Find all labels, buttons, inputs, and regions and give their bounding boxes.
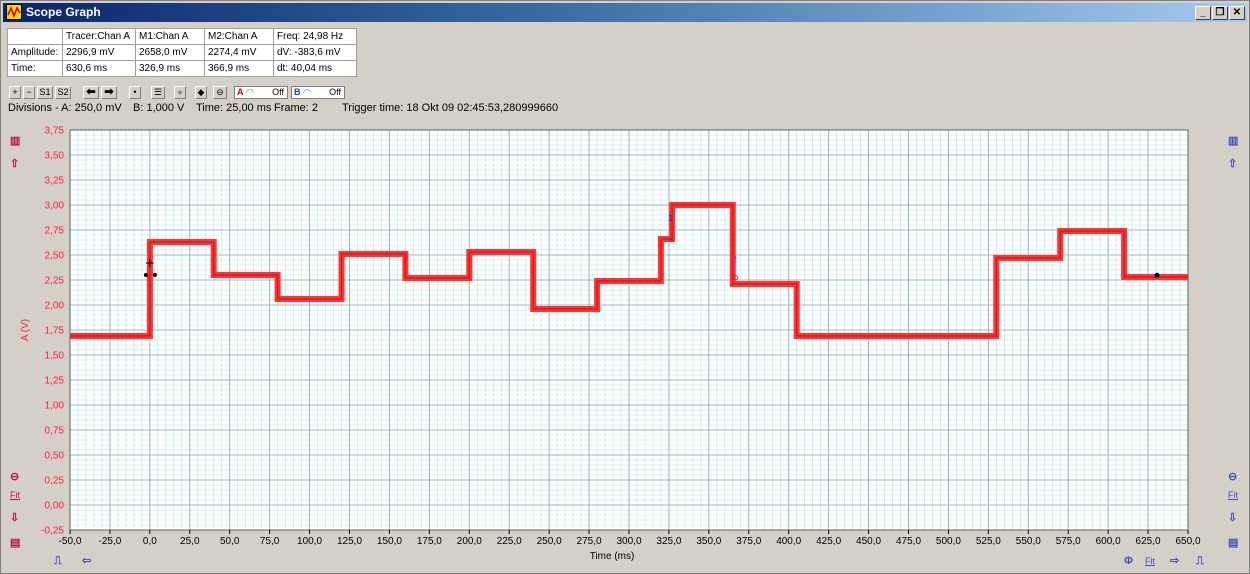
scope-chart[interactable]: -0,25 0,00 0,25 0,50 0,75 1,00 1,25 1,50 1,75 2,0…: [0, 0, 1250, 574]
y-tick-label: 2,25: [45, 276, 65, 287]
x-tick-label: 225,0: [497, 536, 522, 547]
x-tick-label: 500,0: [936, 536, 961, 547]
x-tick-label: 275,0: [577, 536, 602, 547]
x-tick-label: 625,0: [1136, 536, 1161, 547]
y-tick-label: 0,75: [45, 426, 65, 437]
x-tick-label: 300,0: [616, 536, 641, 547]
x-tick-label: 125,0: [337, 536, 362, 547]
x-tick-label: 575,0: [1056, 536, 1081, 547]
x-tick-label: 175,0: [417, 536, 442, 547]
marker-1-cross[interactable]: ×: [669, 235, 674, 244]
y-tick-label: 3,50: [45, 151, 65, 162]
x-tick-label: 650,0: [1175, 536, 1200, 547]
x-tick-label: 150,0: [377, 536, 402, 547]
y-axis-label: A (V): [20, 319, 31, 341]
marker-1-label[interactable]: 1: [668, 213, 673, 223]
y-axis-ticks: -0,25 0,00 0,25 0,50 0,75 1,00 1,25 1,50 1,75 2,0…: [41, 126, 64, 537]
x-tick-label: 400,0: [776, 536, 801, 547]
x-tick-label: 200,0: [457, 536, 482, 547]
y-tick-label: 1,75: [45, 326, 65, 337]
x-tick-label: 475,0: [896, 536, 921, 547]
y-tick-label: 0,25: [45, 476, 65, 487]
marker-2-label[interactable]: 2: [732, 255, 737, 265]
y-tick-label: 1,00: [45, 401, 65, 412]
x-tick-label: 350,0: [696, 536, 721, 547]
x-tick-label: 75,0: [260, 536, 280, 547]
x-tick-label: 375,0: [736, 536, 761, 547]
y-tick-label: 0,50: [45, 451, 65, 462]
x-tick-label: 600,0: [1096, 536, 1121, 547]
grid-lines: [69, 129, 1189, 531]
x-tick-label: 25,0: [180, 536, 200, 547]
x-tick-label: -25,0: [99, 536, 122, 547]
x-tick-label: 525,0: [976, 536, 1001, 547]
x-tick-label: 50,0: [220, 536, 240, 547]
x-axis-label: Time (ms): [590, 551, 635, 562]
y-tick-label: 2,50: [45, 251, 65, 262]
y-tick-label: 1,25: [45, 376, 65, 387]
x-tick-label: 325,0: [656, 536, 681, 547]
y-tick-label: 0,00: [45, 501, 65, 512]
x-tick-label: -50,0: [59, 536, 82, 547]
trigger-dot-right: [152, 273, 157, 277]
x-tick-label: 250,0: [537, 536, 562, 547]
y-tick-label: -0,25: [41, 526, 64, 537]
x-tick-label: 100,0: [297, 536, 322, 547]
y-tick-label: 3,25: [45, 176, 65, 187]
x-tick-label: 0,0: [143, 536, 157, 547]
y-tick-label: 3,75: [45, 126, 65, 137]
x-tick-label: 425,0: [816, 536, 841, 547]
x-axis-ticks: -50,0 -25,0 0,0 25,0 50,0 75,0 100,0 125,0 150,0…: [59, 530, 1201, 547]
y-tick-label: 2,00: [45, 301, 65, 312]
x-tick-label: 550,0: [1016, 536, 1041, 547]
trigger-dot-left: [143, 273, 148, 277]
y-tick-label: 3,00: [45, 201, 65, 212]
x-tick-label: 450,0: [856, 536, 881, 547]
y-tick-label: 1,50: [45, 351, 65, 362]
tracer-dot[interactable]: [1154, 272, 1160, 278]
y-tick-label: 2,75: [45, 226, 65, 237]
